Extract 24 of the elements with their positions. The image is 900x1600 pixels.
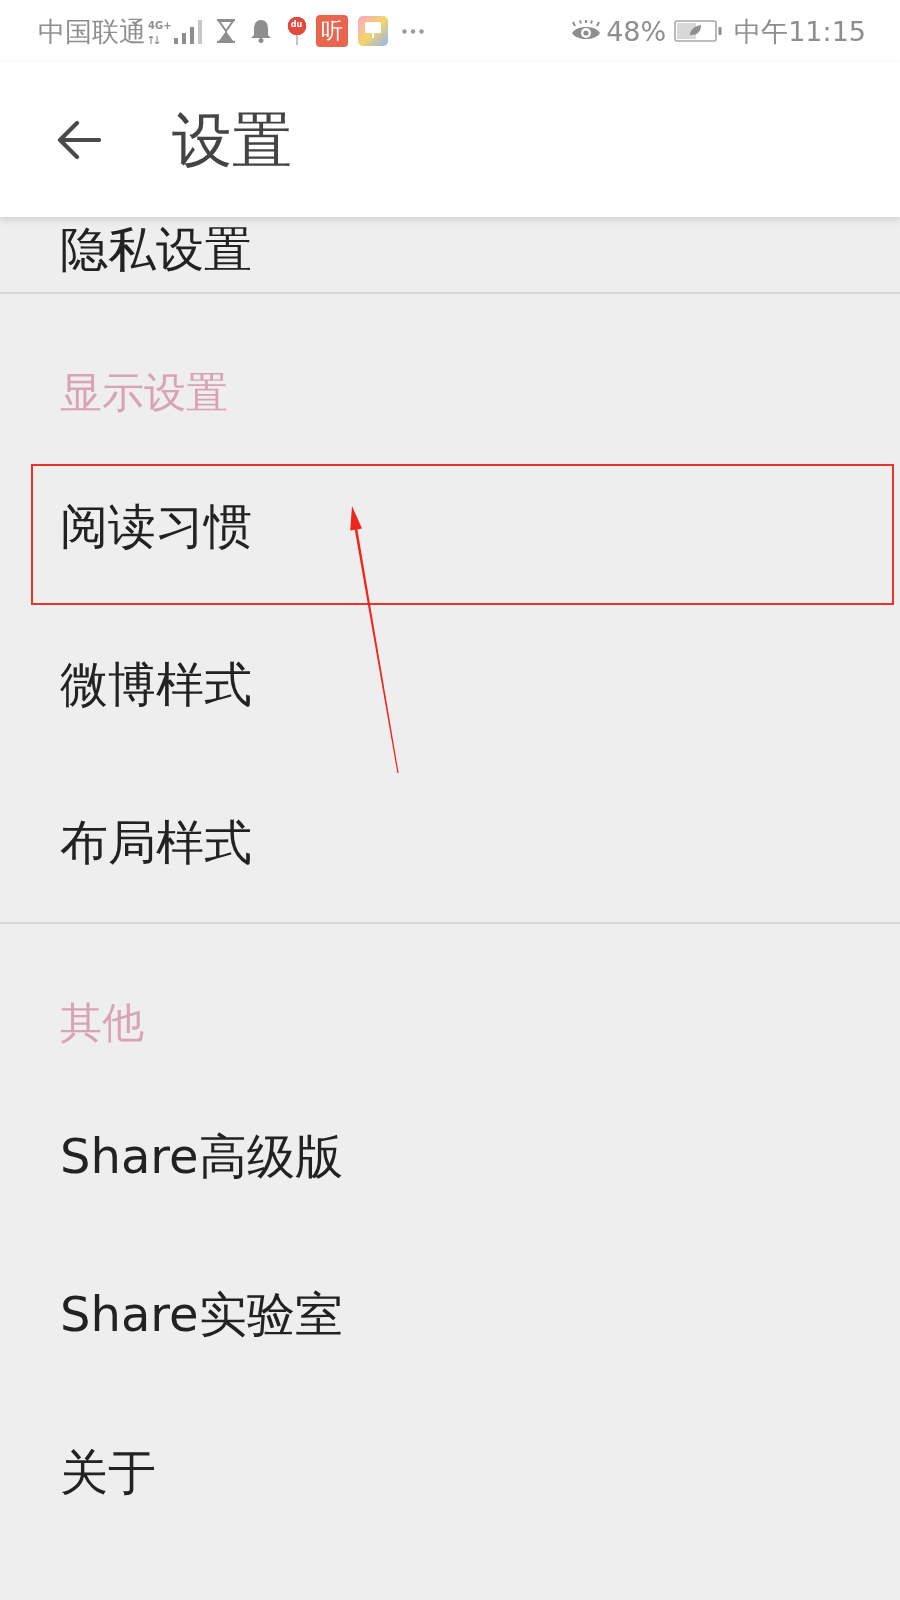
settings-item[interactable]: 布局样式 [60, 814, 252, 872]
settings-item[interactable]: Share高级版 [60, 1128, 343, 1186]
hourglass-icon [215, 19, 236, 43]
settings-item[interactable]: 阅读习惯 [60, 498, 252, 556]
carrier-name: 中国联通 [38, 17, 146, 45]
data-arrows-icon [148, 36, 160, 44]
section-header: 其他 [60, 997, 144, 1048]
clock-time: 中午11:15 [734, 17, 866, 45]
settings-item[interactable]: 微博样式 [60, 656, 252, 714]
settings-item[interactable]: Share实验室 [60, 1286, 343, 1344]
page-title: 设置 [172, 103, 292, 176]
map-pin-badge: du [285, 17, 308, 45]
signal-icon [173, 20, 204, 44]
section-header: 显示设置 [60, 367, 228, 418]
bell-icon [249, 19, 272, 43]
eye-icon [570, 20, 603, 42]
settings-item[interactable]: 隐私设置 [60, 221, 252, 279]
battery-percent: 48% [606, 17, 667, 45]
battery-icon [674, 20, 723, 42]
app-tile-icon [357, 16, 388, 46]
settings-item[interactable]: 关于 [60, 1444, 156, 1502]
network-type: 4G+ [148, 20, 172, 31]
more-icon [401, 28, 424, 34]
app-tile: 听 [315, 15, 348, 47]
